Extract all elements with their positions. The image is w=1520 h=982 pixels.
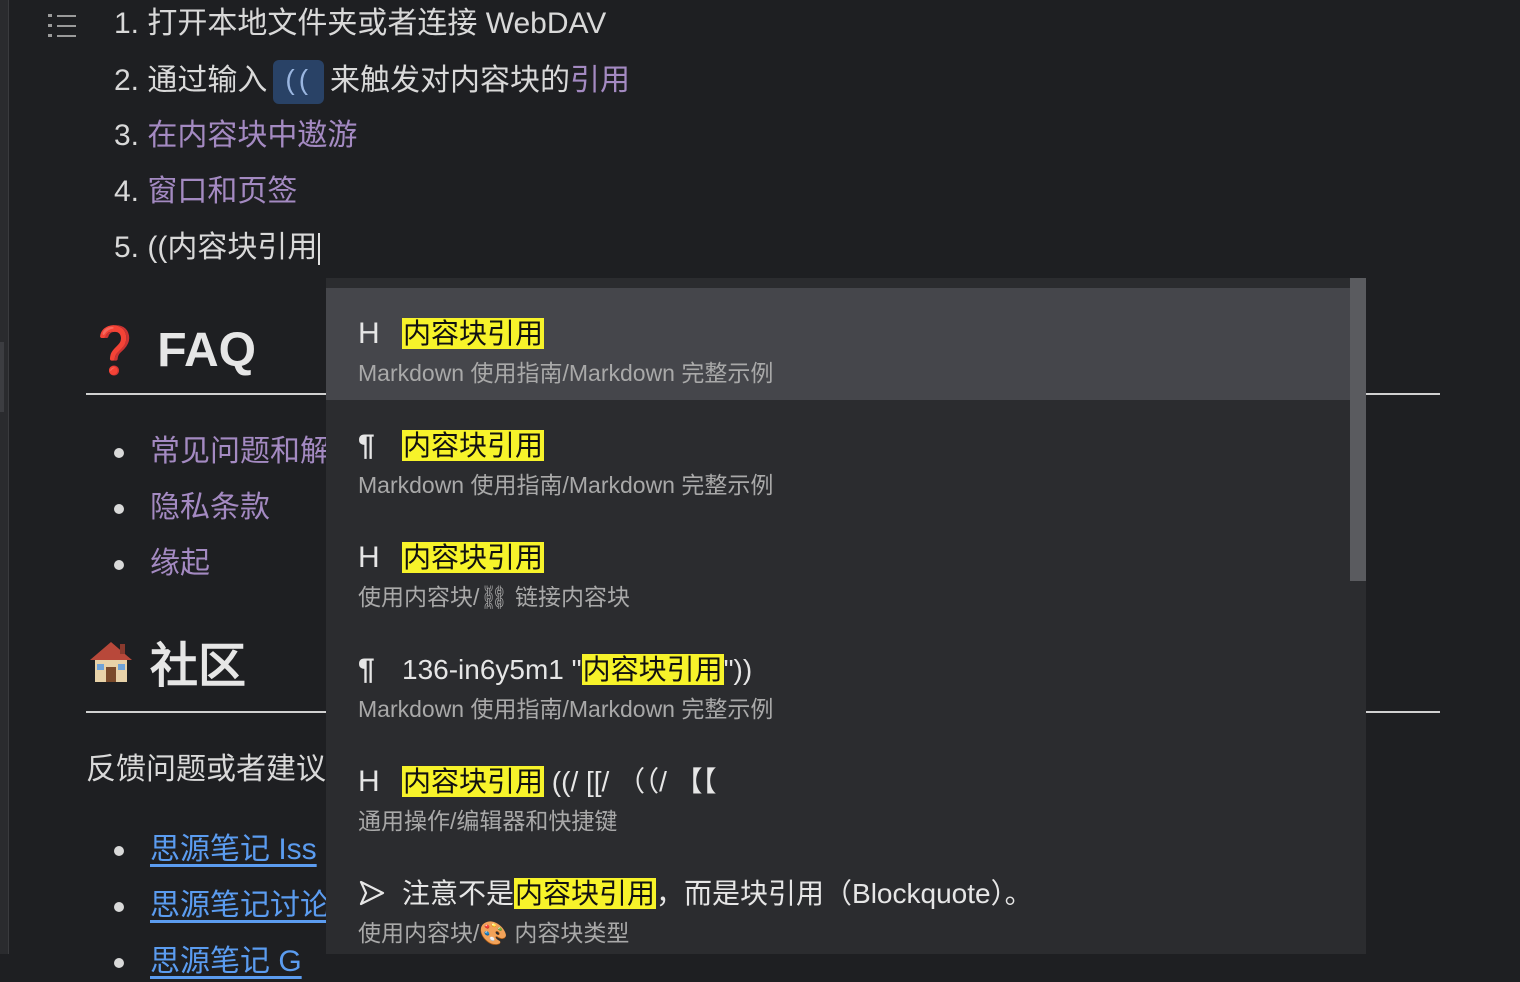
suggestion-item[interactable]: H 内容块引用 ((/ [[/ （（/ 【【 通用操作/编辑器和快捷键 <box>326 736 1350 848</box>
list-text: 打开本地文件夹或者连接 WebDAV <box>147 7 607 40</box>
typed-text[interactable]: ((内容块引用 <box>147 231 317 264</box>
external-link[interactable]: 思源笔记讨论 <box>150 889 330 922</box>
match-highlight: 内容块引用 <box>514 878 657 909</box>
suggestion-path: 使用内容块/⛓ 链接内容块 <box>358 584 630 610</box>
match-highlight: 内容块引用 <box>581 654 724 685</box>
heading-icon: H <box>358 765 380 798</box>
heading-icon: H <box>358 317 380 350</box>
popup-scrollbar[interactable] <box>1350 278 1366 954</box>
suggestion-prefix: 136-in6y5m1 " <box>402 654 582 685</box>
block-ref-link[interactable]: 隐私条款 <box>150 491 270 524</box>
list-number: 3. <box>114 119 140 152</box>
bullet <box>114 958 124 969</box>
bullet <box>114 846 124 857</box>
scrollbar-thumb[interactable] <box>1350 278 1366 581</box>
list-number: 2. <box>114 63 140 97</box>
suggestion-item[interactable]: H 内容块引用 Markdown 使用指南/Markdown 完整示例 <box>326 288 1350 400</box>
list-item[interactable]: 常见问题和解 <box>114 432 330 472</box>
paragraph-icon: ¶ <box>358 653 375 686</box>
match-highlight: 内容块引用 <box>402 318 545 349</box>
bullet <box>114 504 124 515</box>
list-text: 来触发对内容块的 <box>330 63 571 97</box>
external-link[interactable]: 思源笔记 Iss <box>150 833 317 866</box>
text-caret <box>318 233 321 266</box>
heading-text: FAQ <box>157 324 256 377</box>
match-highlight: 内容块引用 <box>402 766 545 797</box>
suggestion-item[interactable]: ¶ 内容块引用 Markdown 使用指南/Markdown 完整示例 <box>326 400 1350 512</box>
faq-heading[interactable]: ❓ FAQ <box>86 320 256 381</box>
list-item[interactable]: 4. 窗口和页签 <box>114 172 297 212</box>
block-ref-link[interactable]: 缘起 <box>150 547 210 580</box>
list-item[interactable]: 思源笔记 G <box>114 942 302 982</box>
block-ref-suggestion-popup[interactable]: H 内容块引用 Markdown 使用指南/Markdown 完整示例 ¶ 内容块引… <box>326 278 1366 954</box>
list-item[interactable]: 隐私条款 <box>114 488 270 528</box>
list-item[interactable]: 缘起 <box>114 544 210 584</box>
block-ref-link[interactable]: 引用 <box>570 64 630 97</box>
suggestion-item[interactable]: 注意不是内容块引用，而是块引用（Blockquote）。 使用内容块/🎨 内容块… <box>326 848 1350 954</box>
external-link[interactable]: 思源笔记 G <box>150 945 302 978</box>
house-icon <box>90 642 132 682</box>
list-number: 1. <box>114 7 140 40</box>
list-item[interactable]: 思源笔记讨论 <box>114 886 330 926</box>
suggestion-path: 使用内容块/🎨 内容块类型 <box>358 920 630 946</box>
list-number: 5. <box>114 231 140 264</box>
community-heading[interactable]: 社区 <box>86 636 246 697</box>
suggestion-suffix: ((/ [[/ （（/ 【【 <box>544 766 717 797</box>
suggestion-suffix: ")) <box>723 654 753 685</box>
paragraph[interactable]: 反馈问题或者建议 <box>86 750 326 790</box>
list-item[interactable]: 3. 在内容块中遨游 <box>114 116 357 156</box>
suggestion-path: Markdown 使用指南/Markdown 完整示例 <box>358 360 774 386</box>
bullet <box>114 448 124 459</box>
blockquote-icon <box>358 876 388 912</box>
list-item[interactable]: 1. 打开本地文件夹或者连接 WebDAV <box>114 4 606 44</box>
block-ref-link[interactable]: 在内容块中遨游 <box>147 119 357 152</box>
inline-code: (( <box>273 60 325 104</box>
match-highlight: 内容块引用 <box>402 430 545 461</box>
list-item[interactable]: 思源笔记 Iss <box>114 830 317 870</box>
suggestion-path: Markdown 使用指南/Markdown 完整示例 <box>358 696 774 722</box>
outline-icon[interactable] <box>48 12 78 40</box>
list-item[interactable]: 2. 通过输入((来触发对内容块的引用 <box>114 60 630 104</box>
suggestion-path: Markdown 使用指南/Markdown 完整示例 <box>358 472 774 498</box>
suggestion-item[interactable]: ¶ 136-in6y5m1 "内容块引用")) Markdown 使用指南/Mar… <box>326 624 1350 736</box>
match-highlight: 内容块引用 <box>402 542 545 573</box>
question-mark-icon: ❓ <box>86 324 144 376</box>
suggestion-item[interactable]: H 内容块引用 使用内容块/⛓ 链接内容块 <box>326 512 1350 624</box>
editor[interactable]: 1. 打开本地文件夹或者连接 WebDAV 2. 通过输入((来触发对内容块的引… <box>0 0 1520 978</box>
list-text: 通过输入 <box>147 63 268 97</box>
list-number: 4. <box>114 175 140 208</box>
list-item-editing[interactable]: 5. ((内容块引用 <box>114 228 321 268</box>
block-ref-link[interactable]: 窗口和页签 <box>147 175 297 208</box>
heading-text: 社区 <box>150 640 247 693</box>
suggestion-prefix: 注意不是 <box>402 878 515 909</box>
paragraph-icon: ¶ <box>358 429 375 462</box>
suggestion-path: 通用操作/编辑器和快捷键 <box>358 808 618 834</box>
bullet <box>114 902 124 913</box>
block-ref-link[interactable]: 常见问题和解 <box>150 435 330 468</box>
suggestion-suffix: ，而是块引用（Blockquote）。 <box>656 878 1033 909</box>
heading-icon: H <box>358 541 380 574</box>
bullet <box>114 560 124 571</box>
